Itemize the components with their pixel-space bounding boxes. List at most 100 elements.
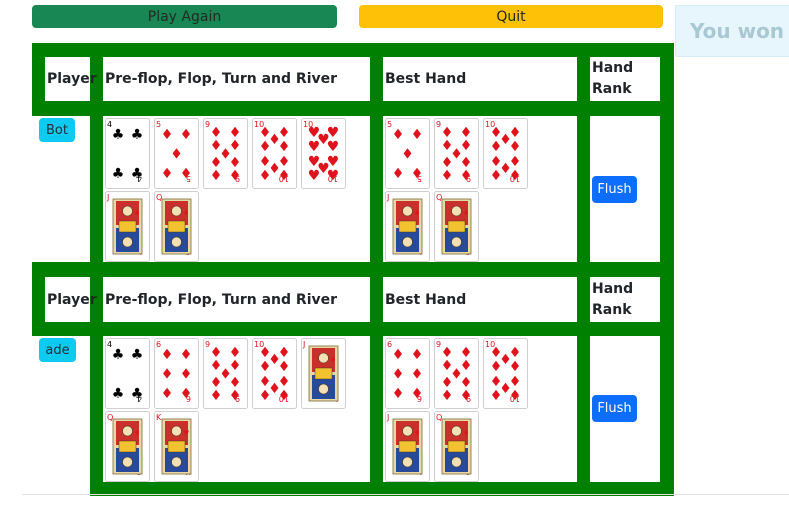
win-message: You won (690, 19, 785, 43)
svg-text:♦: ♦ (463, 429, 469, 437)
svg-text:♥: ♥ (183, 429, 189, 437)
header-best-hand: Best Hand (383, 57, 577, 101)
svg-text:♦: ♦ (278, 388, 291, 404)
svg-text:♦: ♦ (161, 347, 174, 363)
playing-card: JJ♦ (385, 191, 430, 262)
svg-text:♦: ♦ (161, 127, 174, 143)
playing-card: 99♦ ♦♦ ♦♦♦ ♦♦ ♦ (434, 338, 479, 409)
svg-text:♦: ♦ (490, 139, 503, 155)
playing-card: 99♦ ♦♦ ♦♦♦ ♦♦ ♦ (203, 338, 248, 409)
player-badge: ade (39, 338, 76, 362)
footer-divider (22, 494, 789, 495)
svg-text:♦: ♦ (180, 166, 193, 182)
header-cards: Pre-flop, Flop, Turn and River (103, 277, 370, 322)
svg-text:♦: ♦ (392, 127, 405, 143)
svg-text:♦: ♦ (170, 147, 183, 163)
header-best-label: Best Hand (385, 291, 467, 308)
header-rank-line1: Hand (592, 280, 634, 297)
svg-text:♥: ♥ (327, 168, 340, 184)
svg-text:♦: ♦ (411, 166, 424, 182)
svg-text:♦: ♦ (259, 139, 272, 155)
svg-text:J: J (302, 340, 305, 349)
svg-text:♦: ♦ (392, 166, 405, 182)
svg-text:♦: ♦ (210, 388, 223, 404)
svg-text:J: J (106, 193, 109, 202)
svg-text:♦: ♦ (490, 388, 503, 404)
playing-card: 1010♥ ♥♥♥ ♥♥ ♥♥♥ ♥ (301, 118, 346, 189)
playing-card: JJ♦ (385, 411, 430, 482)
svg-text:Q: Q (156, 193, 162, 202)
header-rank-line1: Hand (592, 60, 634, 76)
svg-text:♣: ♣ (112, 386, 125, 402)
svg-text:♦: ♦ (411, 127, 424, 143)
svg-text:♦: ♦ (401, 147, 414, 163)
win-toast: You won (675, 5, 789, 57)
svg-text:♦: ♦ (414, 209, 420, 217)
svg-text:♦: ♦ (259, 168, 272, 184)
svg-text:♦: ♦ (463, 209, 469, 217)
playing-card: 1010♦ ♦♦♦ ♦♦ ♦♦♦ ♦ (483, 118, 528, 189)
playing-card: QQ♦ (434, 411, 479, 482)
play-again-button[interactable]: Play Again (32, 5, 337, 28)
header-cards-label: Pre-flop, Flop, Turn and River (105, 291, 338, 308)
playing-card: QQ♦ (105, 411, 150, 482)
svg-text:♦: ♦ (509, 168, 522, 184)
playing-card: 44♣ ♣♣ ♣ (105, 118, 150, 189)
svg-text:♦: ♦ (441, 388, 454, 404)
header-player-label: Player (47, 71, 97, 87)
svg-text:Q: Q (436, 193, 442, 202)
playing-card: 1010♦ ♦♦♦ ♦♦ ♦♦♦ ♦ (252, 118, 297, 189)
hand-rank-button[interactable]: Flush (592, 395, 637, 422)
playing-card: 99♦ ♦♦ ♦♦♦ ♦♦ ♦ (434, 118, 479, 189)
all-cards-cell: 4 4 ♣ ♣ ♣ ♣ 6 6 ♦ ♦ ♦ ♦ ♦ ♦ 9 9 ♦ ♦ ♦ ♦ ♦ ♦ ♦ ♦ ♦ 10 10 ♦ ♦ ♦ ♦ ♦ ♦ ♦ ♦ ♦ ♦ J… (103, 336, 370, 482)
playing-card: 1010♦ ♦♦♦ ♦♦ ♦♦♦ ♦ (252, 338, 297, 409)
svg-text:♣: ♣ (112, 347, 125, 363)
header-hand-rank: Hand Rank (590, 277, 660, 322)
svg-text:♣: ♣ (112, 166, 125, 182)
playing-card: 66♦ ♦♦ ♦♦ ♦ (385, 338, 430, 409)
svg-text:♦: ♦ (441, 168, 454, 184)
svg-text:♦: ♦ (411, 386, 424, 402)
all-cards-cell: 4 4 ♣ ♣ ♣ ♣ 5 5 ♦ ♦ ♦ ♦ ♦ 9 9 ♦ ♦ ♦ ♦ ♦ ♦ ♦ ♦ ♦ 10 10 ♦ ♦ ♦ ♦ ♦ ♦ ♦ ♦ ♦ ♦ 10… (103, 116, 370, 262)
svg-text:♦: ♦ (210, 168, 223, 184)
svg-text:♦: ♦ (180, 347, 193, 363)
playing-card: 55♦ ♦♦♦ ♦ (385, 118, 430, 189)
hand-rank-button[interactable]: Flush (592, 176, 637, 203)
svg-text:♦: ♦ (509, 139, 522, 155)
svg-text:♦: ♦ (259, 359, 272, 375)
svg-text:♦: ♦ (509, 388, 522, 404)
svg-text:♦: ♦ (134, 429, 140, 437)
header-rank-line2: Rank (592, 81, 632, 97)
player-badge: Bot (39, 118, 75, 142)
playing-card: QQ♦ (154, 191, 199, 262)
svg-text:♦: ♦ (278, 359, 291, 375)
svg-text:♦: ♦ (229, 388, 242, 404)
svg-text:♦: ♦ (490, 359, 503, 375)
svg-text:K: K (156, 413, 162, 422)
svg-text:♣: ♣ (131, 127, 144, 143)
quit-button[interactable]: Quit (359, 5, 663, 28)
svg-text:♦: ♦ (259, 388, 272, 404)
playing-card: JJ♦ (105, 191, 150, 262)
header-best-label: Best Hand (385, 71, 467, 87)
svg-text:♦: ♦ (411, 367, 424, 383)
svg-text:♦: ♦ (229, 168, 242, 184)
svg-text:♦: ♦ (460, 388, 473, 404)
svg-text:♦: ♦ (183, 209, 189, 217)
header-player: Player (45, 277, 97, 322)
svg-text:♦: ♦ (414, 429, 420, 437)
svg-text:♥: ♥ (308, 139, 321, 155)
svg-text:J: J (386, 413, 389, 422)
playing-card: 1010♦ ♦♦♦ ♦♦ ♦♦♦ ♦ (483, 338, 528, 409)
svg-text:♣: ♣ (131, 347, 144, 363)
svg-text:♥: ♥ (308, 168, 321, 184)
header-cards-label: Pre-flop, Flop, Turn and River (105, 71, 338, 87)
svg-text:♦: ♦ (330, 356, 336, 364)
svg-text:♦: ♦ (411, 347, 424, 363)
header-cards: Pre-flop, Flop, Turn and River (103, 57, 370, 101)
svg-text:♦: ♦ (392, 367, 405, 383)
svg-text:♣: ♣ (131, 386, 144, 402)
svg-text:♦: ♦ (509, 359, 522, 375)
playing-card: QQ♦ (434, 191, 479, 262)
playing-card: 66♦ ♦♦ ♦♦ ♦ (154, 338, 199, 409)
